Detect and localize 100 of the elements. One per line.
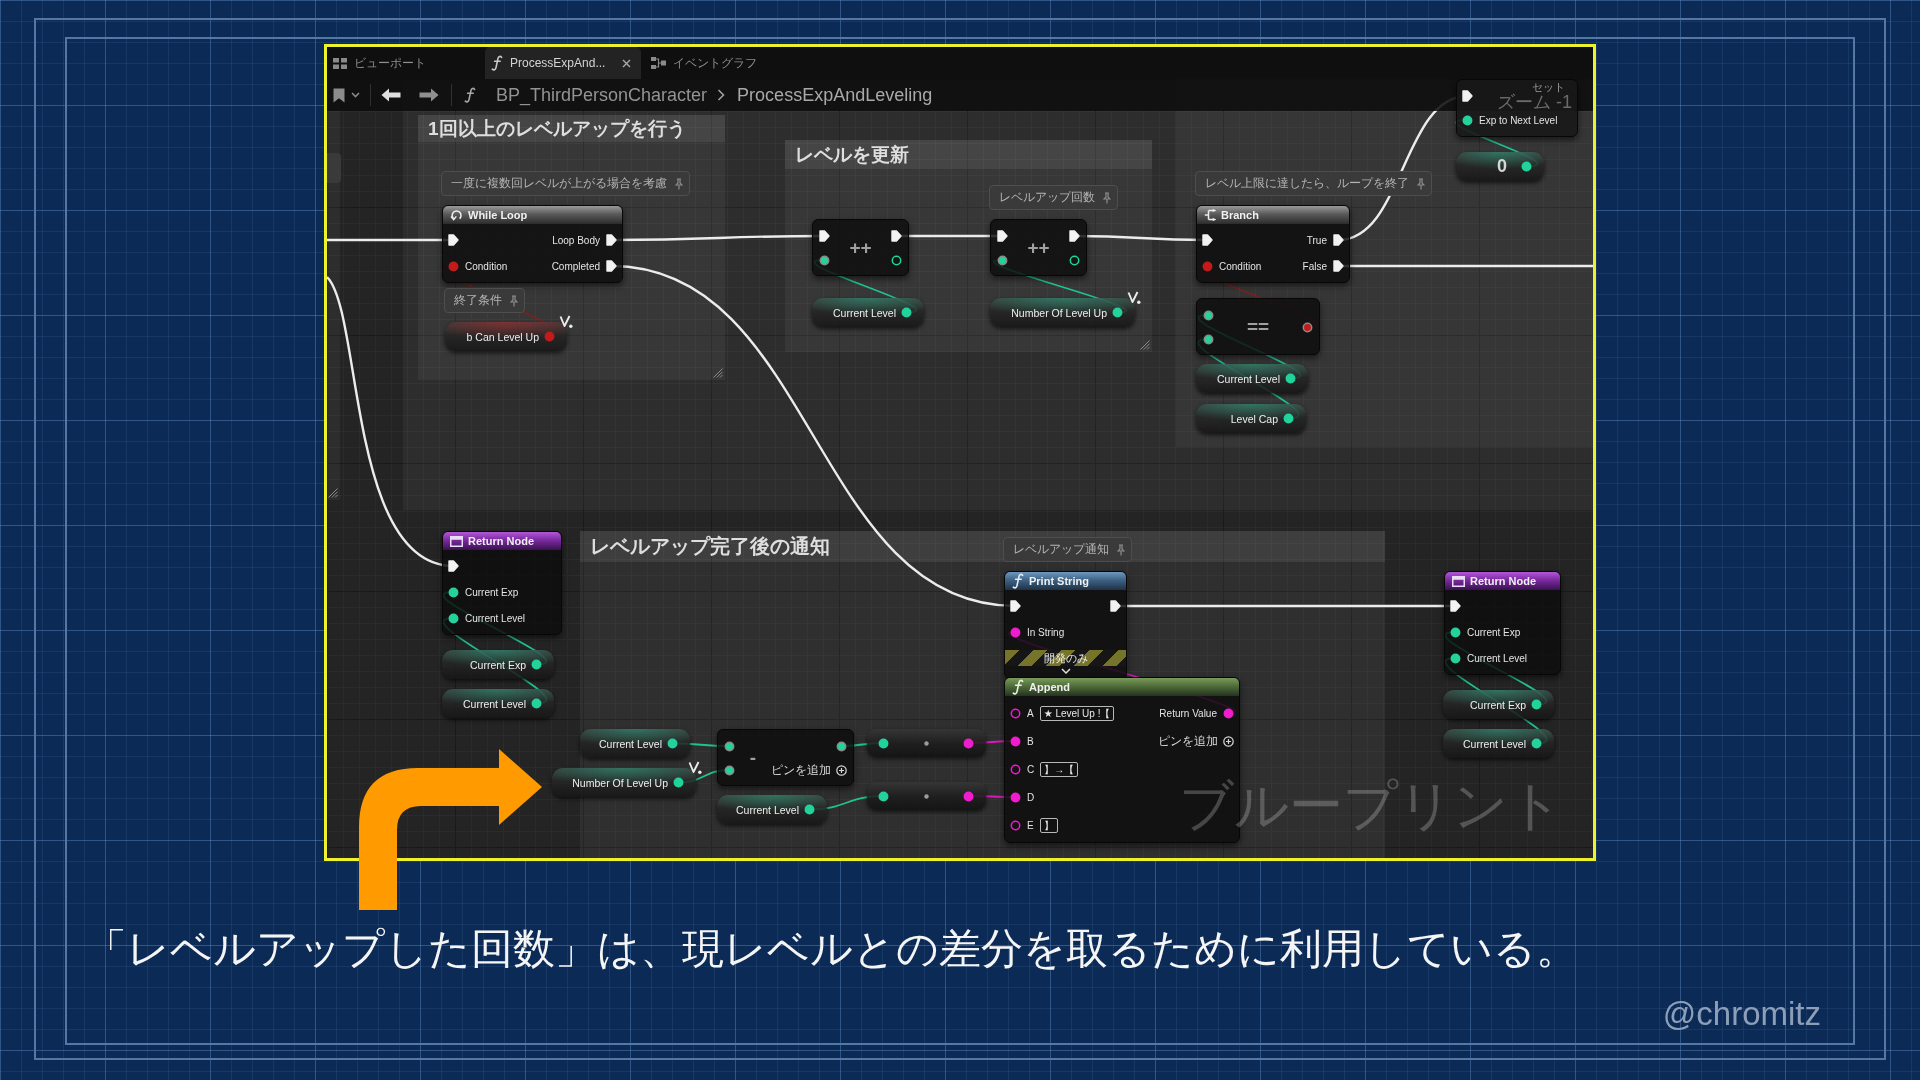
tab[interactable]: イベントグラフ <box>645 47 785 79</box>
resize-grip-icon[interactable] <box>1140 340 1150 350</box>
data-pin-icon[interactable] <box>1531 738 1542 749</box>
exec-pin-icon[interactable] <box>448 560 459 572</box>
data-pin-icon[interactable] <box>1531 699 1542 710</box>
arrow-right-icon[interactable] <box>419 88 439 102</box>
exec-pin-icon[interactable] <box>606 234 617 246</box>
data-pin-icon[interactable] <box>878 737 889 749</box>
data-pin-icon[interactable] <box>804 804 815 815</box>
variable-label: Current Level <box>735 803 799 816</box>
exec-pin-icon[interactable] <box>1333 260 1344 272</box>
caret-icon[interactable] <box>351 92 360 98</box>
data-pin-icon[interactable] <box>448 612 459 624</box>
data-pin-icon[interactable] <box>1203 333 1214 345</box>
data-pin-icon[interactable] <box>448 586 459 598</box>
data-pin-icon[interactable] <box>1010 819 1021 831</box>
plus-circle-icon <box>1223 735 1234 747</box>
exec-pin-icon[interactable] <box>1010 600 1021 612</box>
grid-icon <box>333 57 347 69</box>
add-pin-button[interactable]: ピンを追加 <box>1158 727 1234 755</box>
data-pin-icon[interactable] <box>963 790 974 802</box>
data-pin-icon[interactable] <box>836 740 847 752</box>
pin-label: True <box>1306 234 1327 246</box>
data-pin-icon[interactable] <box>1010 707 1021 719</box>
data-pin-icon[interactable] <box>819 254 830 266</box>
comment-title: レベルアップ完了後の通知 <box>590 534 830 559</box>
node-title: Branch <box>1221 209 1259 221</box>
pin-label: C <box>1027 763 1035 775</box>
pushpin-icon[interactable] <box>510 294 518 307</box>
data-pin-icon[interactable] <box>963 737 974 749</box>
pushpin-icon[interactable] <box>1117 543 1125 556</box>
exec-pin-icon[interactable] <box>1462 90 1473 102</box>
exec-pin-icon[interactable] <box>448 234 459 246</box>
breadcrumb-link[interactable]: BP_ThirdPersonCharacter <box>496 84 708 106</box>
data-pin-icon[interactable] <box>724 740 735 752</box>
exec-pin-icon[interactable] <box>1333 234 1344 246</box>
tab[interactable]: ProcessExpAnd... <box>485 47 641 79</box>
data-pin-icon[interactable] <box>724 764 735 776</box>
data-pin-icon[interactable] <box>673 777 684 788</box>
exec-pin-icon[interactable] <box>891 230 902 242</box>
resize-grip-icon[interactable] <box>328 488 338 498</box>
data-pin-icon[interactable] <box>531 698 542 709</box>
data-pin-icon[interactable] <box>531 659 542 670</box>
breadcrumb-link[interactable]: ProcessExpAndLeveling <box>737 84 933 106</box>
dot-icon <box>923 740 929 746</box>
pin-label: Exp to Next Level <box>1479 114 1558 126</box>
exec-pin-icon[interactable] <box>1202 234 1213 246</box>
data-pin-icon[interactable] <box>1302 321 1313 333</box>
data-pin-icon[interactable] <box>901 307 912 318</box>
arrow-left-icon[interactable] <box>381 88 401 102</box>
pushpin-icon[interactable] <box>1417 177 1425 190</box>
data-pin-icon[interactable] <box>1450 626 1461 638</box>
data-pin-icon[interactable] <box>1069 254 1080 266</box>
node-title: While Loop <box>468 209 528 221</box>
pin-label: A <box>1027 707 1034 719</box>
pin-label: Current Exp <box>465 586 519 598</box>
data-pin-icon[interactable] <box>1450 652 1461 664</box>
variable-label: Number Of Level Up <box>1011 306 1107 319</box>
value-field[interactable]: 】→【 <box>1040 761 1079 777</box>
resize-grip-icon[interactable] <box>713 368 723 378</box>
exec-pin-icon[interactable] <box>1110 600 1121 612</box>
data-pin-icon[interactable] <box>1203 309 1214 321</box>
zoom-level-text: ズーム -1 <box>1497 93 1572 111</box>
loop-icon <box>450 209 463 221</box>
pushpin-icon[interactable] <box>675 177 683 190</box>
data-pin-icon[interactable] <box>1112 307 1123 318</box>
exec-pin-icon[interactable] <box>1069 230 1080 242</box>
tab[interactable]: ビューポート <box>327 47 481 79</box>
pin-label: Completed <box>551 260 600 272</box>
data-pin-icon[interactable] <box>1521 161 1532 172</box>
panel-icon <box>450 535 463 547</box>
data-pin-icon[interactable] <box>891 254 902 266</box>
bookmark-icon[interactable] <box>333 87 345 103</box>
data-pin-icon[interactable] <box>1462 114 1473 126</box>
value-field[interactable]: 】 <box>1039 817 1058 833</box>
exec-pin-icon[interactable] <box>1450 600 1461 612</box>
variable-label: Level Cap <box>1230 412 1278 425</box>
chevron-right-icon <box>717 89 726 101</box>
close-icon[interactable] <box>622 58 631 68</box>
bubble-text: レベルアップ通知 <box>1013 542 1109 557</box>
data-pin-icon[interactable] <box>667 738 678 749</box>
data-pin-icon[interactable] <box>1010 763 1021 775</box>
chevron-down-icon[interactable] <box>1060 668 1071 674</box>
variable-label: Current Exp <box>469 658 526 671</box>
pin-label: Return Value <box>1159 707 1217 719</box>
data-pin-icon[interactable] <box>997 254 1008 266</box>
exec-pin-icon[interactable] <box>819 230 830 242</box>
data-pin-icon[interactable] <box>1010 735 1021 747</box>
operator-symbol: == <box>1245 315 1271 339</box>
exec-pin-icon[interactable] <box>997 230 1008 242</box>
value-field[interactable]: ★ Level Up !【 <box>1039 705 1115 721</box>
data-pin-icon[interactable] <box>878 790 889 802</box>
data-pin-icon[interactable] <box>1010 791 1021 803</box>
data-pin-icon[interactable] <box>1223 707 1234 719</box>
data-pin-icon[interactable] <box>1283 413 1294 424</box>
data-pin-icon[interactable] <box>1285 373 1296 384</box>
exec-pin-icon[interactable] <box>606 260 617 272</box>
data-pin-icon[interactable] <box>1010 626 1021 638</box>
pushpin-icon[interactable] <box>1103 191 1111 204</box>
add-pin-button[interactable]: ピンを追加 <box>771 758 847 782</box>
